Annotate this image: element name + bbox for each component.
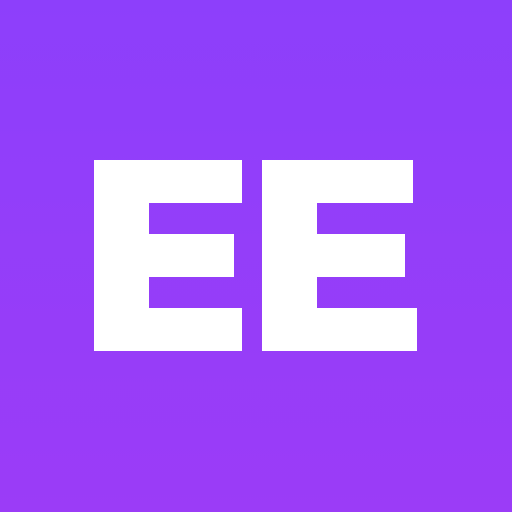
- letter-e-left: [94, 160, 242, 351]
- letter-e-right: [262, 160, 417, 351]
- ee-logo-icon: [94, 160, 417, 351]
- app-icon: [0, 0, 512, 512]
